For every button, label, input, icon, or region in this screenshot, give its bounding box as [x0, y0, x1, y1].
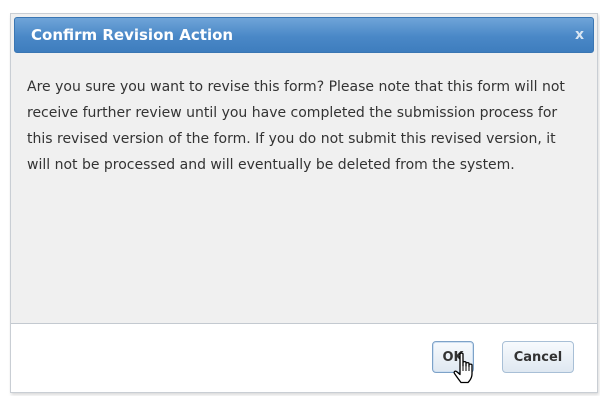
- cancel-button[interactable]: Cancel: [502, 341, 574, 373]
- confirm-revision-dialog: Confirm Revision Action x Are you sure y…: [10, 13, 598, 393]
- button-bar: OK Cancel: [11, 324, 597, 392]
- close-icon[interactable]: x: [575, 18, 584, 52]
- dialog-message: Are you sure you want to revise this for…: [27, 79, 565, 173]
- hand-pointer-icon: [453, 352, 473, 384]
- dialog-titlebar[interactable]: Confirm Revision Action x: [14, 17, 594, 53]
- dialog-title: Confirm Revision Action: [31, 26, 234, 44]
